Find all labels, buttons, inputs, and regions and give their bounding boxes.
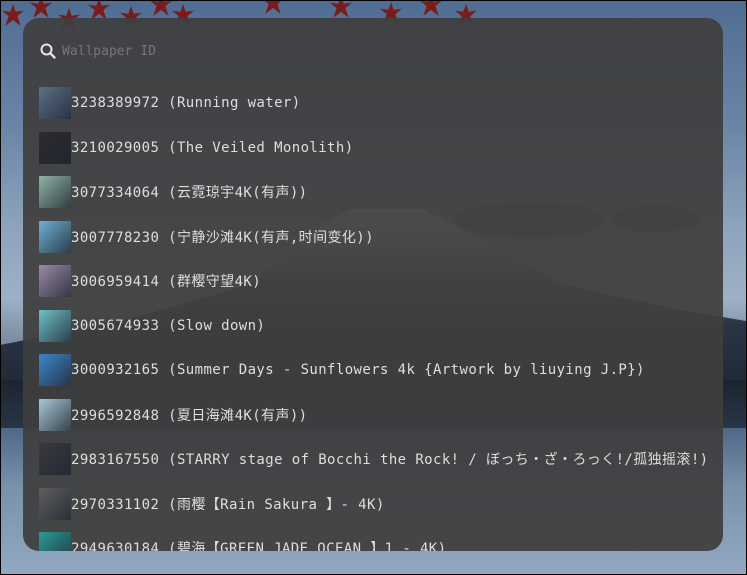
wallpaper-id: 3210029005 — [71, 139, 160, 156]
wallpaper-thumbnail — [39, 87, 71, 120]
result-item[interactable]: 3006959414 (群樱守望4K) — [39, 259, 723, 304]
wallpaper-title: (碧海【GREEN JADE OCEAN 】1 - 4K) — [168, 541, 447, 551]
wallpaper-title: (Slow down) — [168, 317, 266, 334]
result-label: 3007778230 (宁静沙滩4K(有声,时间变化)) — [71, 227, 374, 247]
result-label: 2996592848 (夏日海滩4K(有声)) — [71, 405, 308, 425]
wallpaper-thumbnail — [39, 532, 71, 551]
wallpaper-thumbnail — [39, 443, 71, 476]
result-label: 3077334064 (云霓琼宇4K(有声)) — [71, 182, 308, 202]
result-label: 3000932165 (Summer Days - Sunflowers 4k … — [71, 362, 645, 378]
wallpaper-title: (夏日海滩4K(有声)) — [168, 407, 308, 424]
result-item[interactable]: 3077334064 (云霓琼宇4K(有声)) — [39, 170, 723, 215]
result-item[interactable]: 3007778230 (宁静沙滩4K(有声,时间变化)) — [39, 215, 723, 260]
wallpaper-id: 3006959414 — [71, 274, 160, 291]
wallpaper-launcher-panel: 3238389972 (Running water) 3210029005 (T… — [23, 18, 723, 551]
result-label: 3006959414 (群樱守望4K) — [71, 271, 261, 291]
wallpaper-title: (云霓琼宇4K(有声)) — [168, 185, 308, 202]
result-item[interactable]: 3210029005 (The Veiled Monolith) — [39, 126, 723, 171]
results-list: 3238389972 (Running water) 3210029005 (T… — [39, 81, 723, 551]
wallpaper-title: (Running water) — [168, 95, 301, 112]
wallpaper-id: 3000932165 — [71, 362, 160, 379]
result-label: 3210029005 (The Veiled Monolith) — [71, 140, 354, 156]
result-label: 3005674933 (Slow down) — [71, 318, 265, 334]
wallpaper-title: (宁静沙滩4K(有声,时间变化)) — [168, 229, 374, 246]
wallpaper-thumbnail — [39, 398, 71, 431]
result-item[interactable]: 2996592848 (夏日海滩4K(有声)) — [39, 393, 723, 438]
wallpaper-id-input[interactable] — [62, 43, 699, 59]
wallpaper-thumbnail — [39, 487, 71, 520]
wallpaper-thumbnail — [39, 220, 71, 253]
wallpaper-id: 3077334064 — [71, 185, 160, 202]
result-label: 2983167550 (STARRY stage of Bocchi the R… — [71, 449, 709, 469]
wallpaper-thumbnail — [39, 176, 71, 209]
wallpaper-id: 3238389972 — [71, 95, 160, 112]
wallpaper-id: 3005674933 — [71, 317, 160, 334]
result-label: 2970331102 (雨樱【Rain Sakura 】- 4K) — [71, 494, 385, 514]
wallpaper-thumbnail — [39, 265, 71, 298]
wallpaper-id: 2996592848 — [71, 407, 160, 424]
wallpaper-id: 2949630184 — [71, 541, 160, 551]
result-item[interactable]: 3005674933 (Slow down) — [39, 304, 723, 349]
result-item[interactable]: 3000932165 (Summer Days - Sunflowers 4k … — [39, 348, 723, 393]
wallpaper-title: (雨樱【Rain Sakura 】- 4K) — [168, 496, 385, 513]
wallpaper-thumbnail — [39, 354, 71, 387]
result-label: 3238389972 (Running water) — [71, 95, 301, 111]
result-item[interactable]: 2949630184 (碧海【GREEN JADE OCEAN 】1 - 4K) — [39, 526, 723, 551]
wallpaper-id: 2970331102 — [71, 496, 160, 513]
wallpaper-id: 3007778230 — [71, 229, 160, 246]
result-item[interactable]: 2983167550 (STARRY stage of Bocchi the R… — [39, 437, 723, 482]
wallpaper-title: (The Veiled Monolith) — [168, 139, 354, 156]
wallpaper-thumbnail — [39, 131, 71, 164]
wallpaper-title: (STARRY stage of Bocchi the Rock! / ぼっち・… — [168, 452, 709, 469]
result-item[interactable]: 2970331102 (雨樱【Rain Sakura 】- 4K) — [39, 482, 723, 527]
result-item[interactable]: 3238389972 (Running water) — [39, 81, 723, 126]
result-label: 2949630184 (碧海【GREEN JADE OCEAN 】1 - 4K) — [71, 538, 446, 551]
wallpaper-thumbnail — [39, 309, 71, 342]
search-bar[interactable] — [39, 40, 699, 62]
search-icon — [40, 43, 56, 59]
wallpaper-title: (群樱守望4K) — [168, 274, 262, 291]
wallpaper-title: (Summer Days - Sunflowers 4k {Artwork by… — [168, 362, 645, 379]
wallpaper-id: 2983167550 — [71, 452, 160, 469]
